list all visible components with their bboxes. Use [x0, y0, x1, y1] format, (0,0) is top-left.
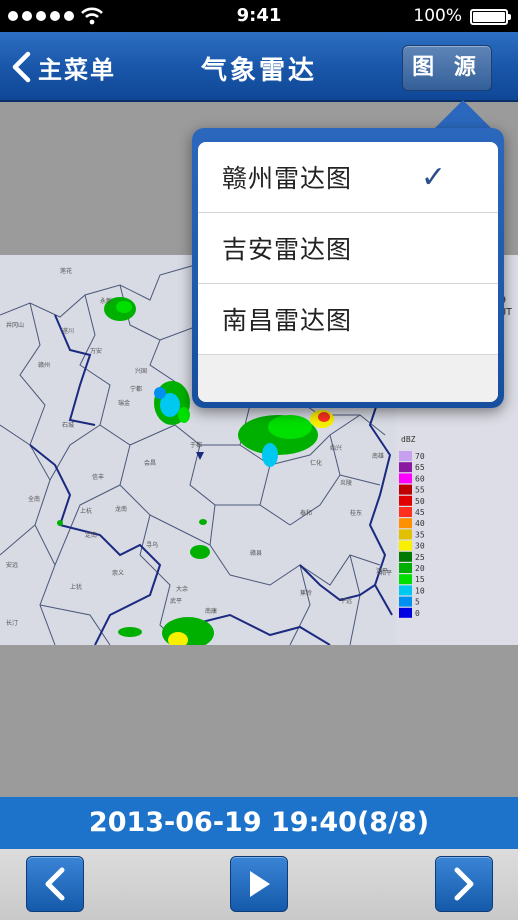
place-name-label: 莲花 [60, 267, 72, 275]
navigation-bar: 主菜单 气象雷达 图 源 [0, 32, 518, 102]
chevron-left-icon [12, 51, 31, 83]
legend-value: 5 [415, 598, 420, 607]
legend-value: 30 [415, 542, 425, 551]
menu-item-nanchang[interactable]: 南昌雷达图 [198, 284, 498, 355]
place-name-label: 信丰 [92, 473, 104, 481]
battery-percentage: 100% [413, 6, 462, 26]
legend-value: 65 [415, 463, 425, 472]
legend-swatch [399, 473, 412, 484]
legend-value: 70 [415, 452, 425, 461]
legend-swatch [399, 596, 412, 607]
place-name-label: 平远 [340, 597, 352, 605]
place-name-label: 长汀 [6, 619, 18, 627]
place-name-label: 永新 [100, 297, 112, 305]
legend-swatch [399, 507, 412, 517]
chevron-right-icon [454, 867, 474, 901]
menu-empty-area [198, 355, 498, 402]
legend-swatch [399, 563, 412, 573]
legend-value: 15 [415, 575, 425, 584]
place-name-label: 南康 [205, 607, 217, 615]
place-name-label: 赣州 [38, 361, 50, 369]
place-name-label: 龙南 [115, 505, 127, 513]
place-name-label: 石城 [62, 422, 74, 429]
place-name-label: 南雄 [372, 452, 384, 460]
place-name-label: 于都 [190, 441, 202, 449]
place-name-label: 万安 [90, 347, 102, 355]
place-name-label: 泰和 [300, 509, 312, 517]
source-menu-list: 赣州雷达图 ✓ 吉安雷达图 南昌雷达图 [198, 142, 498, 402]
back-button[interactable]: 主菜单 [10, 46, 116, 88]
legend-swatch [399, 540, 412, 551]
next-frame-button[interactable] [435, 856, 493, 912]
menu-item-ganzhou[interactable]: 赣州雷达图 ✓ [198, 142, 498, 213]
source-button[interactable]: 图 源 [402, 45, 492, 91]
place-name-label: 遂川 [62, 327, 74, 335]
place-name-label: 炎陵 [340, 479, 352, 487]
legend-swatch [399, 551, 412, 562]
legend-value: 20 [415, 564, 425, 573]
place-name-label: 全南 [28, 495, 40, 503]
legend-value: 0 [415, 609, 420, 618]
legend-value: 10 [415, 586, 425, 595]
date-label: 2013-06-19 19:40(8/8) [0, 797, 518, 849]
menu-item-jian[interactable]: 吉安雷达图 [198, 213, 498, 284]
menu-item-label: 吉安雷达图 [222, 235, 353, 264]
legend-value: 50 [415, 497, 425, 506]
source-popover: 赣州雷达图 ✓ 吉安雷达图 南昌雷达图 [192, 128, 504, 408]
legend-swatch [399, 574, 412, 585]
legend-value: 25 [415, 553, 425, 562]
place-name-label: 连平 [376, 567, 388, 575]
place-name-label: 井冈山 [6, 321, 24, 329]
menu-item-label: 赣州雷达图 [222, 164, 353, 193]
battery-icon [470, 9, 511, 25]
place-name-label: 安远 [6, 561, 18, 569]
play-icon [250, 871, 270, 897]
place-name-label: 赣县 [250, 549, 262, 557]
place-name-label: 始兴 [330, 444, 342, 452]
place-name-label: 大余 [176, 585, 188, 593]
play-button[interactable] [230, 856, 288, 912]
place-name-label: 定南 [85, 531, 97, 539]
place-name-label: 上杭 [80, 507, 92, 515]
place-name-label: 上犹 [70, 583, 82, 591]
legend-swatch [399, 607, 412, 618]
place-name-label: 蕉岭 [300, 589, 312, 597]
previous-frame-button[interactable] [26, 856, 84, 912]
place-name-label: 仁化 [310, 459, 322, 467]
legend-swatch [399, 585, 412, 596]
place-name-label: 兴国 [135, 367, 147, 375]
place-name-label: 宁都 [130, 385, 142, 393]
popover-arrow [433, 100, 493, 130]
legend-value: 40 [415, 519, 425, 528]
checkmark-icon: ✓ [420, 160, 446, 195]
place-name-label: 桂东 [350, 509, 362, 517]
back-button-label: 主菜单 [38, 55, 116, 84]
legend-title: dBZ [401, 435, 416, 444]
legend-value: 45 [415, 508, 425, 517]
legend-swatch [399, 529, 412, 540]
legend-swatch [399, 495, 412, 506]
bottom-toolbar [0, 849, 518, 920]
legend-value: 55 [415, 486, 425, 495]
legend-swatch [399, 518, 412, 529]
legend-swatch [399, 484, 412, 495]
place-name-label: 崇义 [112, 570, 124, 577]
place-name-label: 会昌 [144, 459, 156, 467]
legend-value: 60 [415, 474, 425, 483]
legend-swatch [399, 451, 412, 461]
menu-item-label: 南昌雷达图 [222, 306, 353, 335]
status-bar: 9:41 100% [0, 0, 518, 32]
place-name-label: 寻乌 [146, 541, 158, 549]
chevron-left-icon [45, 867, 65, 901]
place-name-label: 武平 [170, 597, 182, 605]
legend-swatch [399, 462, 412, 473]
place-name-label: 瑞金 [118, 399, 130, 407]
legend-value: 35 [415, 530, 425, 539]
